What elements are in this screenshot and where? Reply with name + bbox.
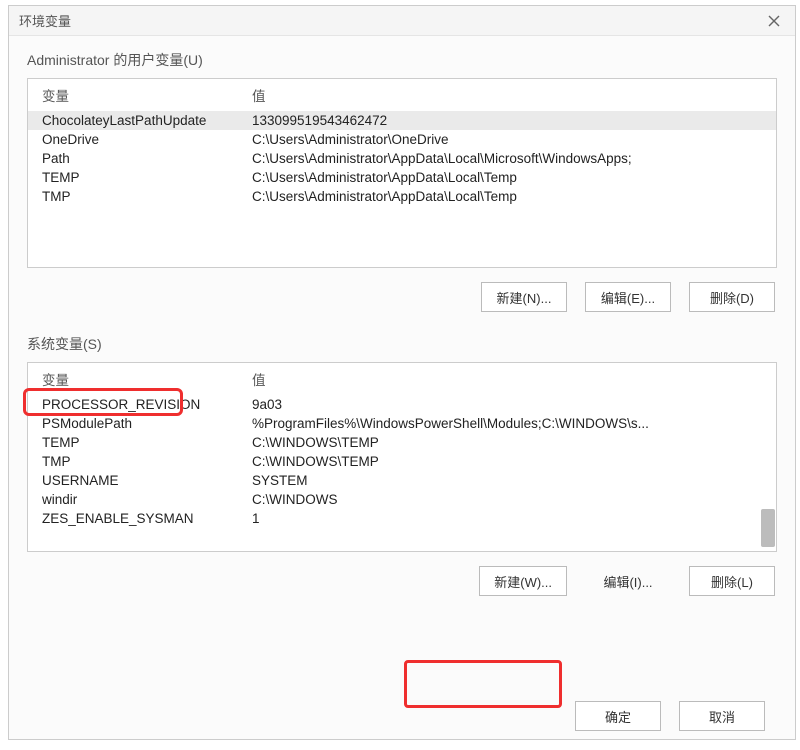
user-vars-label: Administrator 的用户变量(U) (27, 50, 203, 70)
system-delete-button[interactable]: 删除(L) (689, 566, 775, 596)
system-edit-button[interactable]: 编辑(I)... (585, 566, 671, 596)
content-area: Administrator 的用户变量(U) 变量 值 ChocolateyLa… (9, 36, 795, 628)
table-row[interactable]: TEMP C:\Users\Administrator\AppData\Loca… (28, 168, 776, 187)
var-name: USERNAME (28, 471, 238, 490)
var-value: 9a03 (238, 395, 776, 414)
table-row[interactable]: ZES_ENABLE_SYSMAN 1 (28, 509, 776, 528)
var-value: C:\WINDOWS\TEMP (238, 452, 776, 471)
table-row[interactable]: TMP C:\Users\Administrator\AppData\Local… (28, 187, 776, 206)
var-value: SYSTEM (238, 471, 776, 490)
titlebar: 环境变量 (9, 6, 795, 36)
table-row[interactable]: OneDrive C:\Users\Administrator\OneDrive (28, 130, 776, 149)
var-name: ChocolateyLastPathUpdate (28, 111, 238, 130)
table-row[interactable]: PROCESSOR_REVISION 9a03 (28, 395, 776, 414)
table-row[interactable]: PSModulePath %ProgramFiles%\WindowsPower… (28, 414, 776, 433)
dialog-footer: 确定 取消 (575, 701, 765, 731)
user-delete-button[interactable]: 删除(D) (689, 282, 775, 312)
close-icon[interactable] (763, 10, 785, 32)
system-buttons-row: 新建(W)... 编辑(I)... 删除(L) (27, 566, 775, 596)
var-value: C:\Users\Administrator\OneDrive (238, 130, 776, 149)
var-name: TMP (28, 187, 238, 206)
table-row[interactable]: TEMP C:\WINDOWS\TEMP (28, 433, 776, 452)
var-name: Path (28, 149, 238, 168)
var-name: ZES_ENABLE_SYSMAN (28, 509, 238, 528)
user-new-button[interactable]: 新建(N)... (481, 282, 567, 312)
user-vars-panel: 变量 值 ChocolateyLastPathUpdate 1330995195… (27, 78, 777, 268)
system-vars-label: 系统变量(S) (27, 334, 102, 354)
table-header-row: 变量 值 (28, 363, 776, 395)
sys-col-var-header[interactable]: 变量 (28, 363, 238, 395)
table-row[interactable]: Path C:\Users\Administrator\AppData\Loca… (28, 149, 776, 168)
user-edit-button[interactable]: 编辑(E)... (585, 282, 671, 312)
window-title: 环境变量 (19, 11, 71, 30)
var-name: OneDrive (28, 130, 238, 149)
env-vars-dialog: 环境变量 Administrator 的用户变量(U) 变量 值 Chocola… (8, 5, 796, 740)
var-value: C:\WINDOWS\TEMP (238, 433, 776, 452)
var-name: windir (28, 490, 238, 509)
var-value: C:\Users\Administrator\AppData\Local\Tem… (238, 187, 776, 206)
sys-col-val-header[interactable]: 值 (238, 363, 776, 395)
table-row[interactable]: TMP C:\WINDOWS\TEMP (28, 452, 776, 471)
scrollbar-thumb[interactable] (761, 509, 775, 547)
var-value: %ProgramFiles%\WindowsPowerShell\Modules… (238, 414, 776, 433)
var-value: C:\WINDOWS (238, 490, 776, 509)
table-row[interactable]: USERNAME SYSTEM (28, 471, 776, 490)
var-name: TMP (28, 452, 238, 471)
var-value: C:\Users\Administrator\AppData\Local\Tem… (238, 168, 776, 187)
user-col-val-header[interactable]: 值 (238, 79, 776, 111)
var-value: C:\Users\Administrator\AppData\Local\Mic… (238, 149, 776, 168)
ok-button[interactable]: 确定 (575, 701, 661, 731)
table-row[interactable]: windir C:\WINDOWS (28, 490, 776, 509)
var-name: PROCESSOR_REVISION (28, 395, 238, 414)
var-value: 1 (238, 509, 776, 528)
table-header-row: 变量 值 (28, 79, 776, 111)
system-vars-panel: 变量 值 PROCESSOR_REVISION 9a03 PSModulePat… (27, 362, 777, 552)
var-name: TEMP (28, 433, 238, 452)
user-vars-table[interactable]: 变量 值 ChocolateyLastPathUpdate 1330995195… (28, 79, 776, 206)
table-row[interactable]: ChocolateyLastPathUpdate 133099519543462… (28, 111, 776, 130)
var-value: 133099519543462472 (238, 111, 776, 130)
cancel-button[interactable]: 取消 (679, 701, 765, 731)
user-col-var-header[interactable]: 变量 (28, 79, 238, 111)
var-name: PSModulePath (28, 414, 238, 433)
system-new-button[interactable]: 新建(W)... (479, 566, 567, 596)
user-buttons-row: 新建(N)... 编辑(E)... 删除(D) (27, 282, 775, 312)
annotation-highlight (404, 660, 562, 708)
var-name: TEMP (28, 168, 238, 187)
system-vars-table[interactable]: 变量 值 PROCESSOR_REVISION 9a03 PSModulePat… (28, 363, 776, 528)
